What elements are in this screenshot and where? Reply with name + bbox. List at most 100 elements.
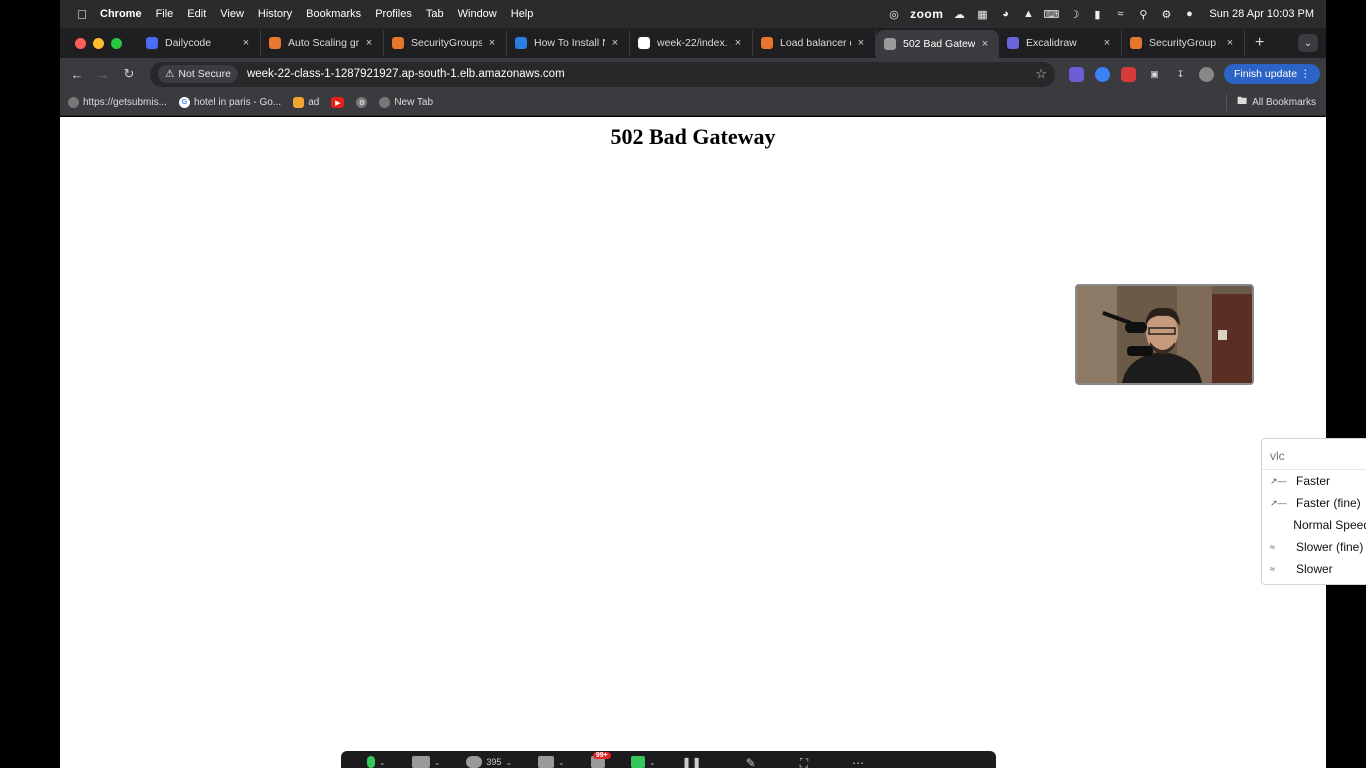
extension-blue-icon[interactable] bbox=[1095, 66, 1110, 82]
annotate-button[interactable]: ✎ bbox=[746, 756, 756, 768]
menu-window[interactable]: Window bbox=[458, 8, 497, 20]
menu-view[interactable]: View bbox=[220, 8, 244, 20]
security-indicator[interactable]: ⚠ Not Secure bbox=[158, 65, 238, 83]
all-bookmarks-button[interactable]: 🖿 All Bookmarks bbox=[1226, 94, 1316, 111]
extensions-puzzle-icon[interactable]: ▣ bbox=[1147, 67, 1162, 82]
menu-history[interactable]: History bbox=[258, 8, 292, 20]
bookmark-ad[interactable]: ad bbox=[293, 97, 319, 108]
participants-count: 395 bbox=[486, 757, 502, 767]
menu-file[interactable]: File bbox=[156, 8, 174, 20]
reload-icon[interactable]: ↻ bbox=[116, 66, 142, 82]
screen-share-icon[interactable]: ◎ bbox=[887, 8, 901, 21]
keyboard-icon[interactable]: ⌨ bbox=[1043, 8, 1059, 21]
participants-button[interactable]: 395 ⌄ bbox=[466, 756, 512, 768]
extension-purple-icon[interactable] bbox=[1069, 66, 1084, 82]
control-center-icon[interactable]: ⚙ bbox=[1159, 8, 1173, 21]
menu-edit[interactable]: Edit bbox=[187, 8, 206, 20]
security-label: Not Secure bbox=[178, 68, 231, 80]
remote-control-button[interactable]: ⛶ bbox=[800, 756, 808, 768]
close-tab-icon[interactable]: × bbox=[240, 37, 252, 49]
tab-title: Excalidraw bbox=[1026, 37, 1077, 49]
close-tab-icon[interactable]: × bbox=[363, 37, 375, 49]
close-tab-icon[interactable]: × bbox=[732, 37, 744, 49]
tab-5[interactable]: Load balancer de × bbox=[753, 30, 876, 56]
zoom-status-label[interactable]: zoom bbox=[910, 7, 943, 21]
close-tab-icon[interactable]: × bbox=[486, 37, 498, 49]
minimize-window-button[interactable] bbox=[93, 37, 104, 49]
bookmark-hotel-paris[interactable]: G hotel in paris - Go... bbox=[178, 97, 281, 108]
battery-icon[interactable]: ▮ bbox=[1090, 8, 1104, 21]
menu-app-name[interactable]: Chrome bbox=[100, 8, 142, 20]
more-button[interactable]: ⋯ bbox=[852, 756, 864, 768]
reactions-button[interactable]: 99+ bbox=[590, 752, 611, 768]
wifi-icon[interactable]: ≈ bbox=[1113, 8, 1127, 20]
grid-icon[interactable]: ▦ bbox=[975, 8, 989, 21]
moon-icon[interactable]: ☽ bbox=[1067, 8, 1081, 21]
bookmark-settings[interactable]: ⚙ bbox=[356, 97, 368, 108]
tab-1[interactable]: Auto Scaling gro × bbox=[261, 30, 384, 56]
back-arrow-icon[interactable]: ← bbox=[64, 67, 90, 82]
download-icon[interactable]: ↧ bbox=[1173, 67, 1188, 82]
search-icon[interactable]: ⚲ bbox=[1136, 8, 1150, 21]
close-tab-icon[interactable]: × bbox=[1224, 37, 1236, 49]
vlc-slower-item[interactable]: ≈ Slower bbox=[1262, 558, 1366, 580]
profile-avatar[interactable] bbox=[1199, 66, 1214, 82]
chevron-down-icon[interactable]: ⌄ bbox=[379, 758, 386, 767]
menu-profiles[interactable]: Profiles bbox=[375, 8, 412, 20]
extension-red-icon[interactable] bbox=[1121, 66, 1136, 82]
excalidraw-icon bbox=[1007, 37, 1019, 49]
share-screen-button[interactable]: ⌄ bbox=[630, 756, 656, 768]
vlc-faster-item[interactable]: ↗— Faster bbox=[1262, 470, 1366, 492]
tab-7[interactable]: Excalidraw × bbox=[999, 30, 1122, 56]
bookmark-new-tab[interactable]: New Tab bbox=[379, 97, 433, 108]
menu-help[interactable]: Help bbox=[511, 8, 534, 20]
forward-arrow-icon[interactable]: → bbox=[90, 67, 116, 82]
chat-button[interactable]: ⌄ bbox=[538, 756, 565, 768]
url-text[interactable]: week-22-class-1-1287921927.ap-south-1.el… bbox=[247, 68, 565, 80]
close-tab-icon[interactable]: × bbox=[1101, 37, 1113, 49]
vlc-search-field[interactable]: vlc bbox=[1262, 439, 1366, 470]
menu-tab[interactable]: Tab bbox=[426, 8, 444, 20]
chevron-down-icon[interactable]: ⌄ bbox=[434, 758, 441, 767]
webcam-video-overlay[interactable] bbox=[1075, 284, 1254, 385]
tab-6[interactable]: 502 Bad Gatewa × bbox=[876, 30, 999, 58]
tab-2[interactable]: SecurityGroups | × bbox=[384, 30, 507, 56]
cloud-icon[interactable]: ☁ bbox=[952, 8, 966, 21]
vlc-slower-fine-item[interactable]: ≈ Slower (fine) bbox=[1262, 536, 1366, 558]
video-button[interactable]: ⌄ bbox=[411, 756, 441, 768]
bookmark-youtube[interactable]: ▶ bbox=[331, 97, 345, 108]
bottle-icon[interactable]: ▲ bbox=[1021, 8, 1035, 20]
tab-8[interactable]: SecurityGroup | × bbox=[1122, 30, 1245, 56]
pause-share-button[interactable]: ❚❚ bbox=[682, 756, 702, 768]
extensions-bar: ▣ ↧ bbox=[1069, 66, 1214, 82]
apple-menu-icon[interactable]:  bbox=[72, 7, 92, 22]
vlc-faster-fine-item[interactable]: ↗— Faster (fine) bbox=[1262, 492, 1366, 514]
address-bar[interactable]: ⚠ Not Secure week-22-class-1-1287921927.… bbox=[150, 61, 1055, 87]
bookmark-getsubmis[interactable]: https://getsubmis... bbox=[68, 97, 167, 108]
close-tab-icon[interactable]: × bbox=[609, 37, 621, 49]
finish-update-button[interactable]: Finish update ⋮ bbox=[1224, 64, 1321, 84]
tab-0[interactable]: Dailycode × bbox=[138, 30, 261, 56]
menu-bookmarks[interactable]: Bookmarks bbox=[306, 8, 361, 20]
new-tab-button[interactable]: + bbox=[1255, 34, 1264, 52]
tab-title: Auto Scaling gro bbox=[288, 37, 359, 49]
microphone-icon bbox=[367, 756, 375, 768]
tab-3[interactable]: How To Install Nc × bbox=[507, 30, 630, 56]
menu-clock[interactable]: Sun 28 Apr 10:03 PM bbox=[1209, 8, 1314, 20]
tab-search-chevron-icon[interactable]: ⌄ bbox=[1298, 34, 1318, 52]
bookmark-label: New Tab bbox=[394, 97, 434, 108]
chevron-down-icon[interactable]: ⌄ bbox=[558, 758, 565, 767]
vlc-normal-speed-item[interactable]: Normal Speed bbox=[1262, 514, 1366, 536]
chevron-down-icon[interactable]: ⌄ bbox=[649, 758, 656, 767]
close-window-button[interactable] bbox=[75, 37, 86, 49]
tab-4[interactable]: week-22/index.ts × bbox=[630, 30, 753, 56]
close-tab-icon[interactable]: × bbox=[855, 37, 867, 49]
aws-icon bbox=[269, 37, 281, 49]
bookmark-star-icon[interactable]: ☆ bbox=[1035, 66, 1047, 82]
chevron-down-icon[interactable]: ⌄ bbox=[505, 758, 512, 767]
siri-icon[interactable]: ● bbox=[1182, 8, 1196, 20]
fullscreen-window-button[interactable] bbox=[111, 37, 122, 49]
gauge-icon[interactable]: ◕ bbox=[998, 8, 1012, 20]
close-tab-icon[interactable]: × bbox=[979, 38, 991, 50]
mute-button[interactable]: ⌄ bbox=[367, 756, 386, 768]
